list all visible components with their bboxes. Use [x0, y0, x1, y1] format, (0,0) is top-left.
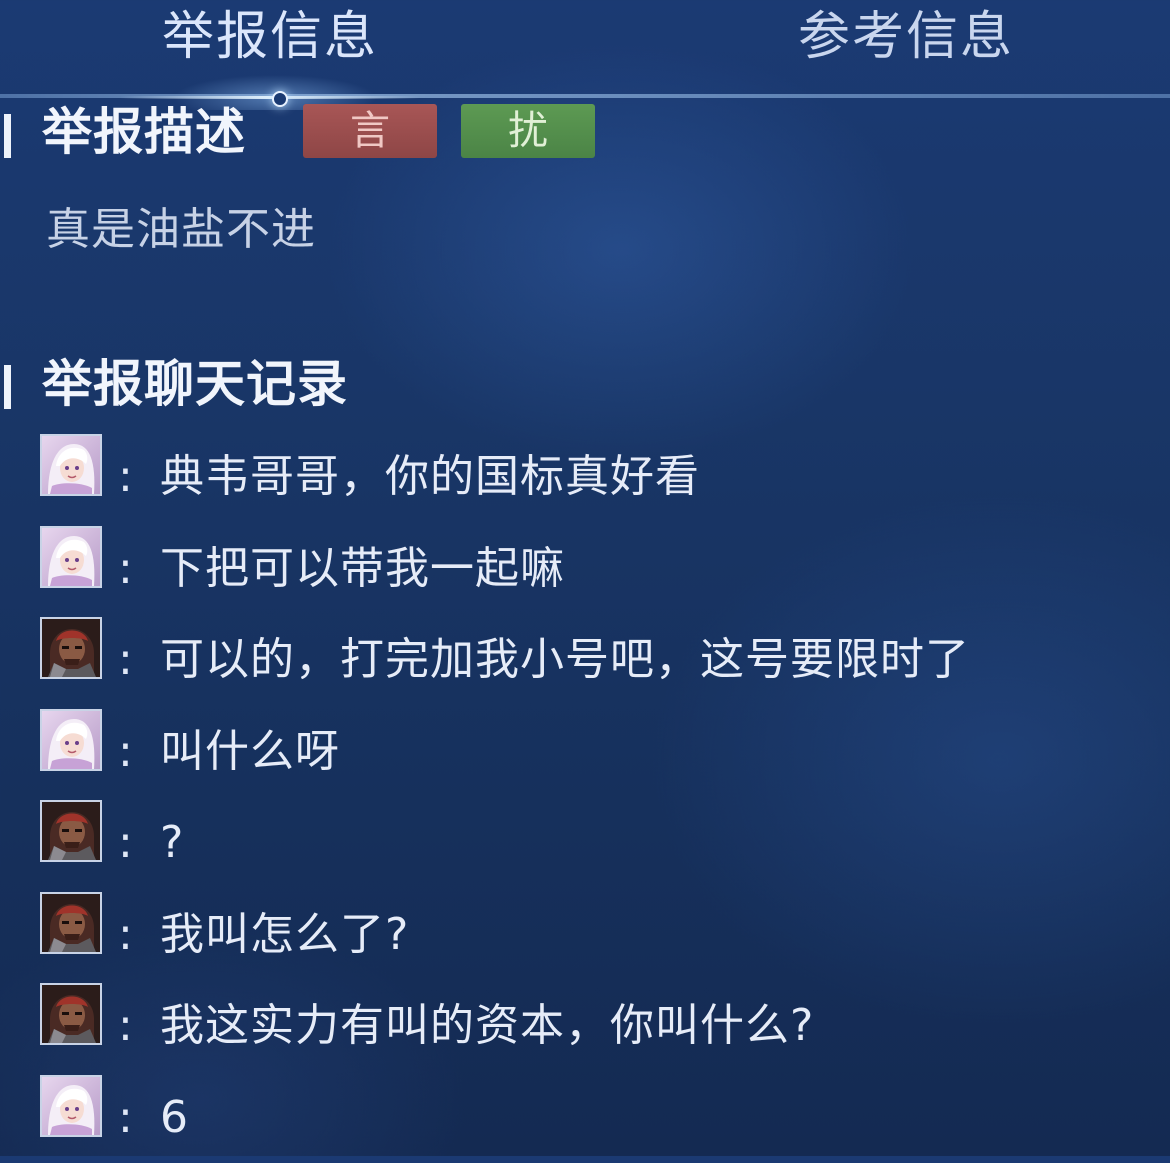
message-text: 我这实力有叫的资本，你叫什么? — [160, 1000, 815, 1051]
message-separator: : — [118, 908, 133, 960]
female-hero-avatar-icon[interactable] — [40, 708, 102, 771]
female-hero-avatar-icon[interactable] — [40, 525, 102, 588]
chat-message-row: :? — [0, 798, 1170, 868]
male-hero-avatar-icon[interactable] — [40, 983, 102, 1045]
message-separator: : — [118, 542, 133, 594]
message-text: 我叫怎么了? — [160, 908, 410, 960]
tag-speech: 言 — [303, 104, 437, 158]
message-text: 6 — [160, 1091, 189, 1143]
section-marker — [4, 365, 11, 409]
message-text: 下把可以带我一起嘛 — [160, 542, 565, 594]
chat-message-row: : 我叫怎么了? — [0, 890, 1170, 960]
male-hero-avatar-icon[interactable] — [40, 617, 102, 679]
report-chat-title: 举报聊天记录 — [42, 355, 348, 413]
message-text: 可以的，打完加我小号吧，这号要限时了 — [160, 634, 970, 685]
female-hero-avatar-icon[interactable] — [40, 1074, 102, 1137]
chat-message-row: : 典韦哥哥，你的国标真好看 — [0, 432, 1170, 502]
male-hero-avatar-icon[interactable] — [40, 891, 102, 954]
chat-message-row: : 叫什么呀 — [0, 707, 1170, 777]
chat-message-row: : 可以的，打完加我小号吧，这号要限时了 — [0, 615, 1170, 685]
message-separator: : — [118, 725, 133, 777]
section-marker — [4, 114, 11, 158]
tab-report-info[interactable]: 举报信息 — [162, 2, 378, 72]
chat-message-row: :6 — [0, 1073, 1170, 1143]
message-separator: : — [118, 634, 133, 685]
message-text: 典韦哥哥，你的国标真好看 — [160, 451, 700, 502]
message-separator: : — [118, 1091, 133, 1143]
message-separator: : — [118, 817, 133, 868]
female-hero-avatar-icon[interactable] — [40, 434, 102, 496]
chat-message-row: : 我这实力有叫的资本，你叫什么? — [0, 981, 1170, 1051]
active-tab-underline — [120, 96, 420, 99]
message-separator: : — [118, 451, 133, 502]
report-description-title: 举报描述 — [42, 103, 246, 161]
male-hero-avatar-icon[interactable] — [40, 800, 102, 862]
active-tab-indicator-icon — [272, 91, 288, 107]
report-description-text: 真是油盐不进 — [46, 204, 316, 255]
tag-harassment: 扰 — [461, 104, 595, 158]
message-separator: : — [118, 1000, 133, 1051]
message-text: 叫什么呀 — [160, 725, 340, 777]
tab-reference-info[interactable]: 参考信息 — [798, 2, 1014, 72]
message-text: ? — [160, 817, 185, 868]
chat-message-row: : 下把可以带我一起嘛 — [0, 524, 1170, 594]
